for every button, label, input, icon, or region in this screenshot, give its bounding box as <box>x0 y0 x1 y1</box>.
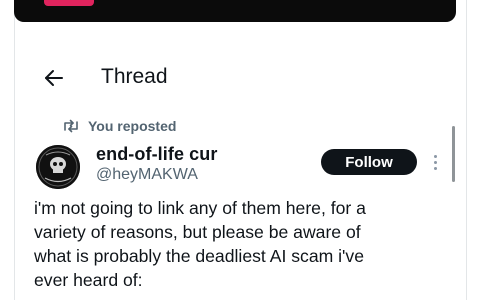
follow-button[interactable]: Follow <box>321 149 417 175</box>
repost-label: You reposted <box>88 118 177 134</box>
back-button[interactable] <box>42 66 66 90</box>
repost-context: You reposted <box>62 118 176 134</box>
more-dot <box>433 166 437 170</box>
scrollbar[interactable] <box>452 126 455 182</box>
tweet-text-line: variety of reasons, but please be aware … <box>34 222 361 242</box>
more-vertical-icon[interactable] <box>430 150 440 174</box>
arrow-left-icon <box>45 70 63 86</box>
tweet-text-line: ever heard of: <box>34 270 143 290</box>
author-handle[interactable]: @heyMAKWA <box>96 166 198 184</box>
tweet-text-line: what is probably the deadliest AI scam i… <box>34 246 364 266</box>
repost-icon <box>62 119 80 133</box>
top-bar <box>14 0 456 22</box>
frame-border-right <box>466 0 467 300</box>
frame-border-left <box>14 0 15 300</box>
avatar[interactable] <box>36 145 80 189</box>
top-badge <box>44 0 94 6</box>
tweet-text-line: i'm not going to link any of them here, … <box>34 198 366 218</box>
thread-header: Thread <box>14 58 466 98</box>
tweet-text: i'm not going to link any of them here, … <box>34 196 458 292</box>
more-dot <box>433 154 437 158</box>
page-title: Thread <box>101 65 168 88</box>
author-name[interactable]: end-of-life cur <box>96 144 218 165</box>
avatar-image <box>36 145 80 189</box>
more-dot <box>433 160 437 164</box>
